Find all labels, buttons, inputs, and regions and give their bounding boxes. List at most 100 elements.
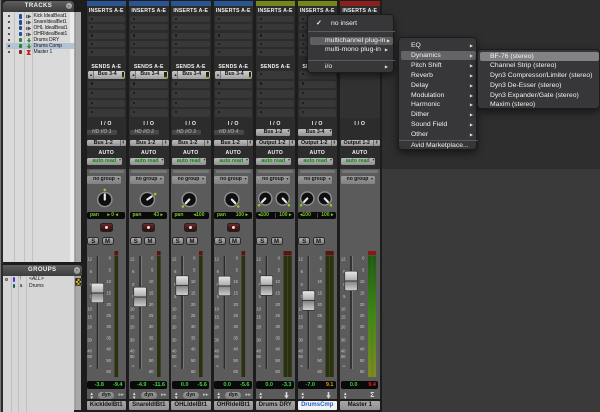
- svg-text:40: 40: [256, 349, 261, 354]
- svg-text:15: 15: [317, 291, 322, 296]
- svg-text:30: 30: [317, 324, 322, 329]
- svg-text:40: 40: [298, 349, 303, 354]
- svg-text:50: 50: [275, 358, 280, 363]
- svg-text:30: 30: [214, 338, 219, 343]
- svg-text:10: 10: [172, 307, 177, 312]
- svg-text:40: 40: [360, 347, 365, 352]
- svg-text:5: 5: [151, 268, 154, 273]
- svg-text:12: 12: [341, 257, 346, 262]
- svg-text:15: 15: [275, 291, 280, 296]
- svg-text:12: 12: [172, 257, 177, 262]
- svg-text:∞: ∞: [300, 364, 303, 369]
- svg-text:20: 20: [341, 325, 346, 330]
- svg-text:6: 6: [301, 269, 304, 274]
- svg-text:40: 40: [87, 349, 92, 354]
- svg-text:30: 30: [341, 338, 346, 343]
- svg-text:60: 60: [341, 354, 346, 359]
- svg-text:0: 0: [301, 282, 304, 287]
- svg-text:15: 15: [172, 315, 177, 320]
- svg-text:30: 30: [87, 338, 92, 343]
- svg-text:30: 30: [275, 324, 280, 329]
- svg-text:30: 30: [172, 338, 177, 343]
- svg-text:10: 10: [275, 279, 280, 284]
- svg-text:25: 25: [106, 313, 111, 318]
- svg-text:20: 20: [172, 325, 177, 330]
- svg-text:60: 60: [256, 354, 261, 359]
- svg-text:6: 6: [217, 269, 220, 274]
- svg-text:10: 10: [191, 279, 196, 284]
- svg-text:35: 35: [360, 336, 365, 341]
- svg-text:25: 25: [149, 313, 154, 318]
- svg-text:0: 0: [320, 256, 323, 261]
- svg-text:20: 20: [214, 325, 219, 330]
- svg-text:5: 5: [320, 268, 323, 273]
- svg-text:10: 10: [214, 307, 219, 312]
- svg-text:35: 35: [317, 336, 322, 341]
- svg-text:0: 0: [193, 256, 196, 261]
- svg-text:60: 60: [275, 369, 280, 374]
- svg-text:40: 40: [317, 347, 322, 352]
- svg-text:35: 35: [149, 336, 154, 341]
- svg-text:50: 50: [360, 358, 365, 363]
- svg-text:40: 40: [214, 349, 219, 354]
- svg-text:60: 60: [106, 369, 111, 374]
- svg-text:20: 20: [130, 325, 135, 330]
- svg-text:40: 40: [191, 347, 196, 352]
- svg-text:60: 60: [233, 369, 238, 374]
- svg-text:15: 15: [149, 291, 154, 296]
- svg-text:15: 15: [360, 291, 365, 296]
- svg-text:50: 50: [233, 358, 238, 363]
- svg-text:10: 10: [87, 307, 92, 312]
- svg-text:30: 30: [130, 338, 135, 343]
- svg-text:∞: ∞: [174, 364, 177, 369]
- svg-text:25: 25: [317, 313, 322, 318]
- svg-text:20: 20: [256, 325, 261, 330]
- svg-text:10: 10: [360, 279, 365, 284]
- svg-text:20: 20: [317, 302, 322, 307]
- svg-text:0: 0: [362, 256, 365, 261]
- svg-text:5: 5: [236, 268, 239, 273]
- svg-text:30: 30: [191, 324, 196, 329]
- svg-text:20: 20: [298, 325, 303, 330]
- svg-text:50: 50: [317, 358, 322, 363]
- svg-text:10: 10: [256, 307, 261, 312]
- svg-text:6: 6: [174, 269, 177, 274]
- svg-text:0: 0: [236, 256, 239, 261]
- svg-text:6: 6: [259, 269, 262, 274]
- svg-text:40: 40: [275, 347, 280, 352]
- svg-text:10: 10: [233, 279, 238, 284]
- svg-text:20: 20: [275, 302, 280, 307]
- svg-text:60: 60: [214, 354, 219, 359]
- svg-text:0: 0: [132, 282, 135, 287]
- svg-text:20: 20: [360, 302, 365, 307]
- svg-text:6: 6: [90, 269, 93, 274]
- svg-text:10: 10: [317, 279, 322, 284]
- svg-text:12: 12: [87, 257, 92, 262]
- svg-text:60: 60: [191, 369, 196, 374]
- svg-text:60: 60: [360, 369, 365, 374]
- svg-text:35: 35: [275, 336, 280, 341]
- svg-text:5: 5: [343, 294, 346, 299]
- svg-text:30: 30: [256, 338, 261, 343]
- svg-text:35: 35: [106, 336, 111, 341]
- svg-text:30: 30: [106, 324, 111, 329]
- svg-text:25: 25: [191, 313, 196, 318]
- svg-text:25: 25: [233, 313, 238, 318]
- svg-text:40: 40: [149, 347, 154, 352]
- svg-text:20: 20: [233, 302, 238, 307]
- svg-text:60: 60: [298, 354, 303, 359]
- svg-text:60: 60: [149, 369, 154, 374]
- svg-text:50: 50: [149, 358, 154, 363]
- svg-text:12: 12: [130, 257, 135, 262]
- svg-text:∞: ∞: [343, 364, 346, 369]
- svg-text:∞: ∞: [258, 364, 261, 369]
- svg-text:12: 12: [256, 257, 261, 262]
- svg-text:40: 40: [233, 347, 238, 352]
- svg-text:30: 30: [149, 324, 154, 329]
- svg-text:12: 12: [214, 257, 219, 262]
- svg-text:15: 15: [191, 291, 196, 296]
- svg-text:0: 0: [151, 256, 154, 261]
- svg-text:15: 15: [214, 315, 219, 320]
- svg-text:40: 40: [172, 349, 177, 354]
- svg-text:40: 40: [341, 349, 346, 354]
